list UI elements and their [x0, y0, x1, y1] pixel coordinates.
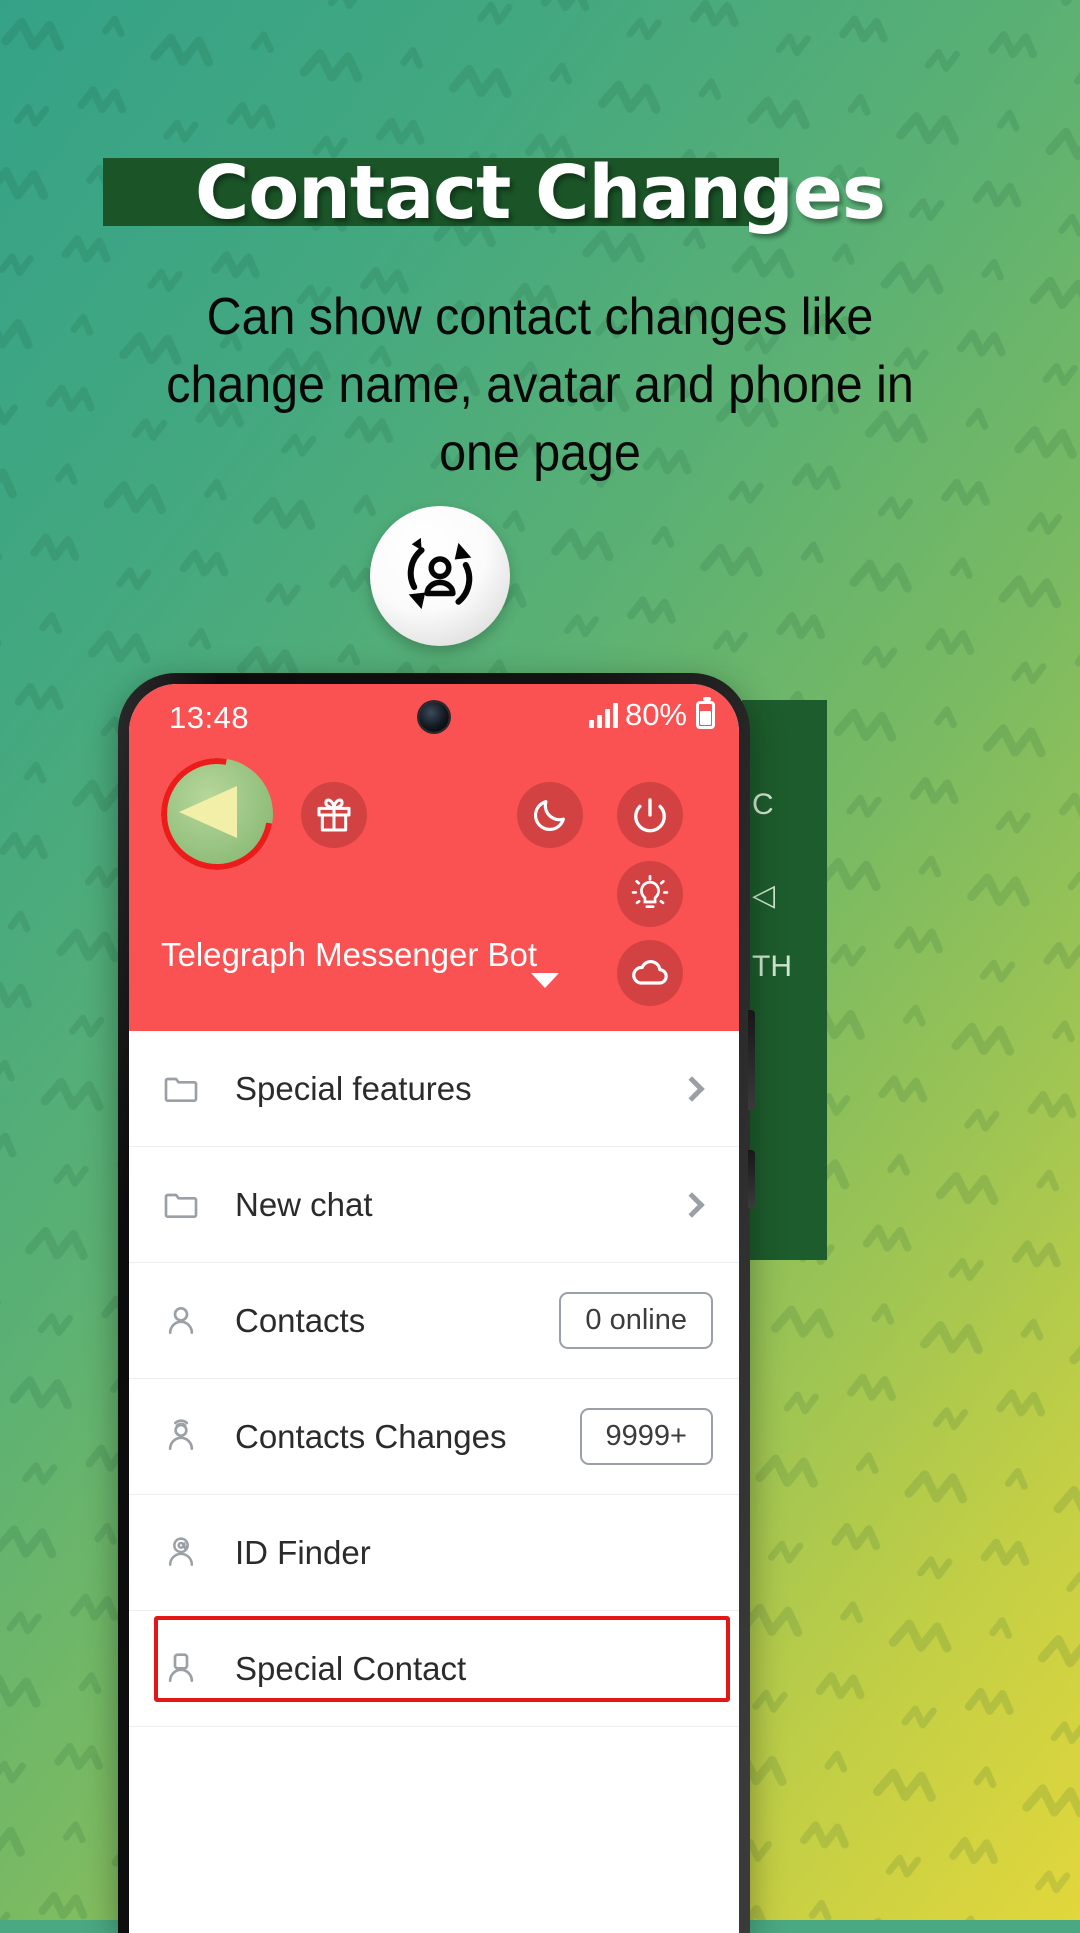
- phone-mockup: 13:48 80% Telegraph Messenger Bot Specia…: [118, 673, 750, 1933]
- battery-percent-label: 80%: [624, 697, 687, 732]
- phone-screen: 13:48 80% Telegraph Messenger Bot Specia…: [129, 684, 739, 1933]
- contacts-changes-badge: 9999+: [579, 1408, 713, 1465]
- contacts-online-badge: 0 online: [559, 1292, 713, 1349]
- menu-item-label: Special features: [235, 1069, 472, 1107]
- page-subtitle: Can show contact changes like change nam…: [166, 288, 914, 482]
- folder-icon: [161, 1069, 221, 1109]
- side-panel-row: TH: [752, 950, 792, 983]
- front-camera-punchhole-icon: [419, 702, 449, 732]
- brightness-button[interactable]: [617, 861, 683, 927]
- menu-item-special-features[interactable]: Special features: [129, 1031, 739, 1147]
- night-mode-button[interactable]: [517, 782, 583, 848]
- power-icon: [634, 798, 666, 833]
- menu-item-new-chat[interactable]: New chat: [129, 1147, 739, 1263]
- menu-item-id-finder[interactable]: ID Finder: [129, 1495, 739, 1611]
- drawer-header: Telegraph Messenger Bot: [129, 746, 739, 1031]
- menu-item-label: Contacts: [235, 1301, 366, 1339]
- contact-sync-icon: [407, 537, 473, 610]
- menu-item-contacts[interactable]: Contacts 0 online: [129, 1263, 739, 1379]
- side-panel-row: C: [752, 788, 774, 821]
- menu-item-label: Contacts Changes: [235, 1417, 507, 1455]
- person-icon: [161, 1301, 221, 1341]
- status-bar: 13:48 80%: [129, 684, 739, 746]
- avatar[interactable]: [161, 758, 273, 870]
- menu-item-special-contact[interactable]: Special Contact: [129, 1611, 739, 1727]
- status-indicators: 80%: [588, 697, 715, 733]
- chevron-right-icon: [679, 1191, 705, 1218]
- menu-item-label: Special Contact: [235, 1649, 467, 1687]
- menu-item-label: ID Finder: [235, 1533, 371, 1571]
- page-title: Contact Changes: [195, 150, 886, 236]
- chevron-right-icon: [679, 1075, 705, 1102]
- phone-power-button[interactable]: [748, 1150, 755, 1208]
- status-clock: 13:48: [169, 700, 250, 735]
- folder-icon: [161, 1185, 221, 1225]
- signal-bars-icon: [588, 702, 618, 728]
- battery-icon: [696, 697, 715, 729]
- side-panel-row: ◁: [752, 879, 776, 912]
- account-name: Telegraph Messenger Bot: [161, 936, 538, 973]
- person-sync-icon: [161, 1417, 221, 1457]
- caret-down-icon[interactable]: [531, 973, 559, 988]
- phone-volume-button[interactable]: [748, 1010, 755, 1110]
- menu-item-contacts-changes[interactable]: Contacts Changes 9999+: [129, 1379, 739, 1495]
- cloud-button[interactable]: [617, 940, 683, 1006]
- lightbulb-icon: [631, 875, 669, 909]
- cloud-icon: [632, 960, 668, 985]
- person-at-icon: [161, 1533, 221, 1573]
- moon-icon: [533, 800, 565, 832]
- power-button[interactable]: [617, 782, 683, 848]
- menu-item-label: New chat: [235, 1185, 373, 1223]
- drawer-menu: Special features New chat Contacts 0 onl…: [129, 1031, 739, 1727]
- gift-icon: [317, 798, 351, 832]
- gift-button[interactable]: [301, 782, 367, 848]
- person-card-icon: [161, 1649, 221, 1689]
- contact-sync-badge: [370, 506, 510, 646]
- avatar-ring: [161, 758, 273, 870]
